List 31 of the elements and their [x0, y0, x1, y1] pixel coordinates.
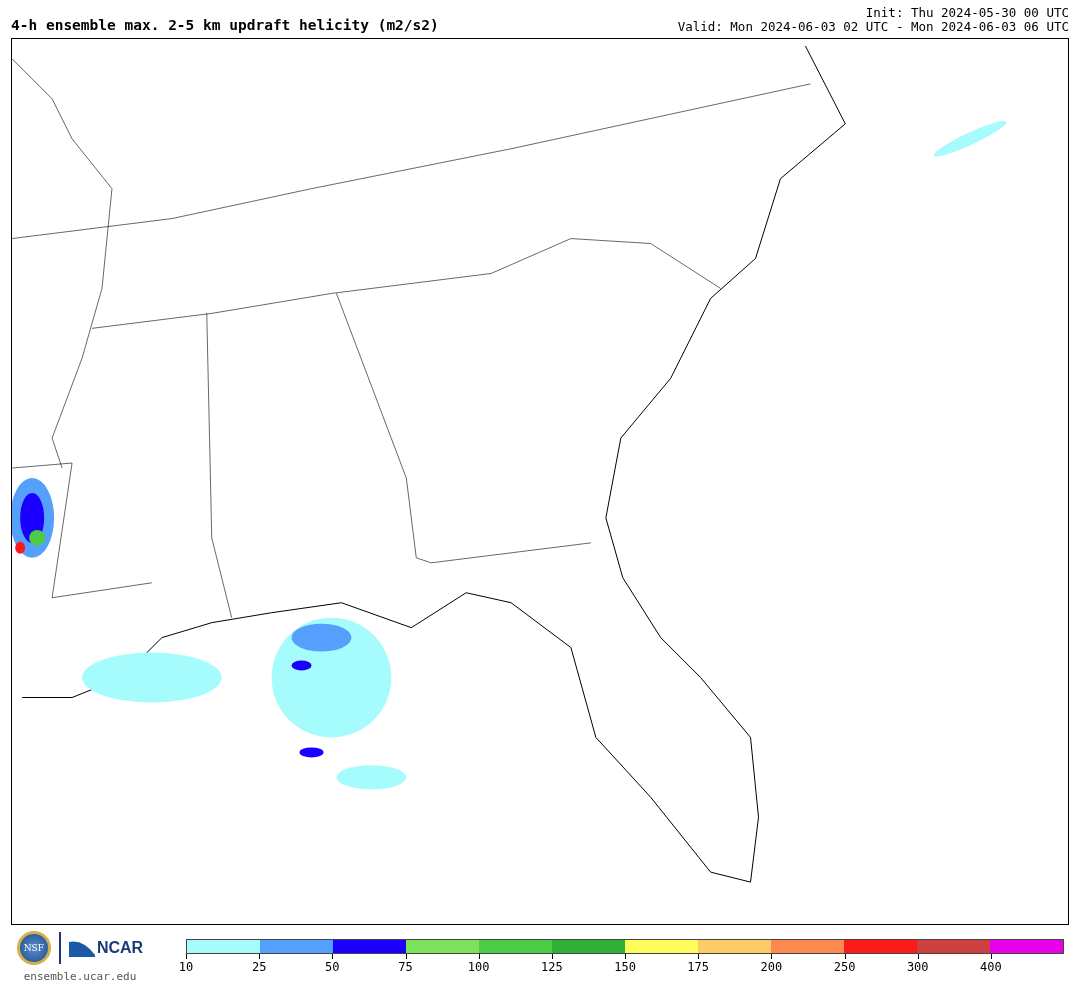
- tick-label: 250: [833, 960, 856, 974]
- chart-title: 4-h ensemble max. 2-5 km updraft helicity (m2/s2): [11, 16, 439, 34]
- tick-mark: [551, 954, 553, 959]
- ncar-logo: NCAR: [96, 939, 144, 957]
- tick-mark: [186, 954, 187, 959]
- tick-label: 75: [398, 960, 413, 974]
- tick-label: 150: [614, 960, 636, 974]
- nsf-logo: NSF: [16, 931, 51, 965]
- tick-mark: [917, 954, 919, 959]
- tick-mark: [259, 954, 261, 959]
- tick-mark: [625, 954, 627, 959]
- tick-mark: [478, 954, 480, 959]
- tick-mark: [405, 954, 407, 959]
- tick-label: 125: [541, 960, 563, 974]
- tick-label: 400: [980, 960, 1002, 974]
- tick-mark: [844, 954, 846, 959]
- tick-label: 25: [251, 960, 267, 974]
- tick-label: 10: [178, 960, 194, 974]
- tick-mark: [332, 954, 334, 959]
- valid-time: Valid: Mon 2024-06-03 02 UTC - Mon 2024-06-03 06 UTC: [677, 20, 1069, 34]
- tick-label: 100: [467, 960, 490, 974]
- tick-mark: [698, 954, 700, 959]
- tick-label: 300: [906, 960, 929, 974]
- swoosh-icon: [68, 939, 95, 957]
- tick-label: 200: [760, 960, 783, 974]
- tick-mark: [771, 954, 773, 959]
- tick-label: 50: [325, 960, 340, 974]
- tick-label: 175: [687, 960, 710, 974]
- tick-mark: [990, 954, 992, 959]
- init-time: Init: Thu 2024-05-30 00 UTC: [865, 6, 1069, 20]
- site-url: ensemble.ucar.edu: [23, 970, 137, 983]
